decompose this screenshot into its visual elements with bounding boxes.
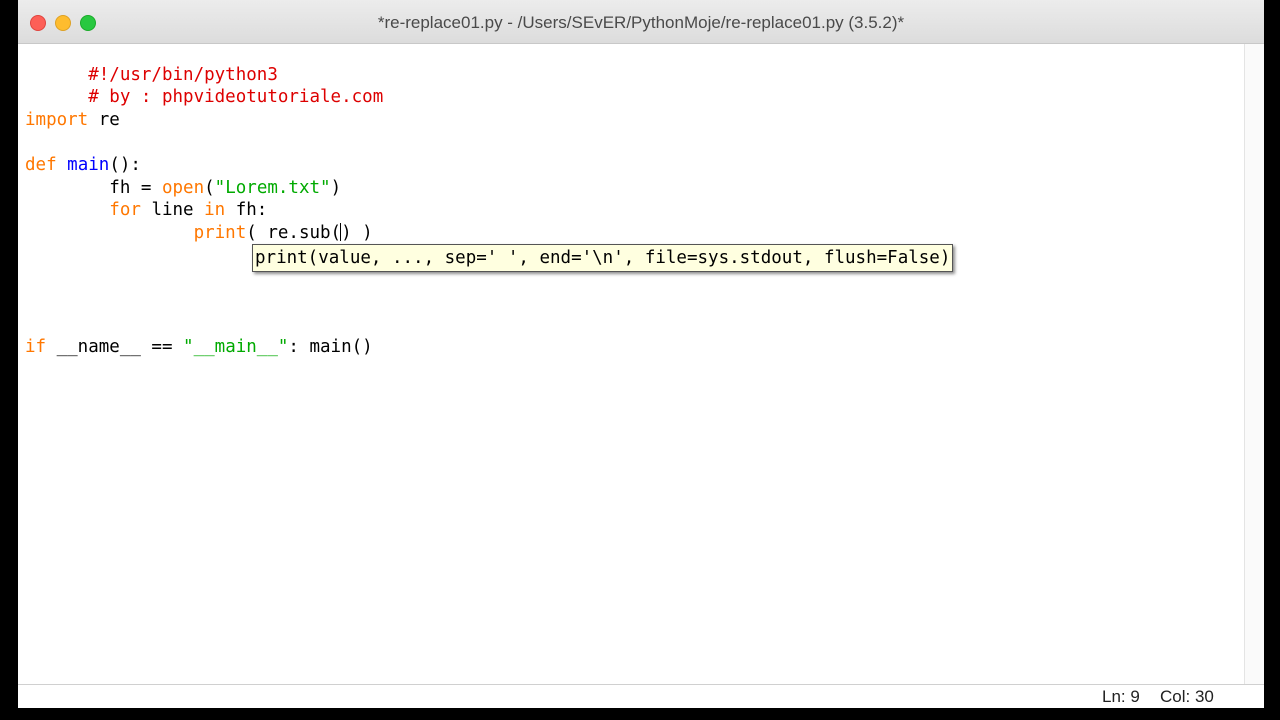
code-line-2: # by : phpvideotutoriale.com <box>25 64 383 107</box>
keyword-for: for <box>109 200 141 220</box>
string-literal: "__main__" <box>183 337 289 357</box>
builtin-print: print <box>193 223 247 243</box>
code-line-12: if __name__ == "__main__": main() <box>25 336 373 358</box>
title-bar[interactable]: *re-replace01.py - /Users/SEvER/PythonMo… <box>18 0 1264 44</box>
code-text: (): <box>109 155 141 175</box>
code-line-8: for line in fh: <box>25 199 267 221</box>
status-bar: Ln: 9 Col: 30 <box>18 684 1264 708</box>
calltip-tooltip: print(value, ..., sep=' ', end='\n', fil… <box>252 244 954 272</box>
code-text: fh = <box>25 178 162 198</box>
keyword-in: in <box>204 200 226 220</box>
author-comment: # by : phpvideotutoriale.com <box>88 87 384 107</box>
code-text: line <box>140 200 205 220</box>
column-number-indicator: Col: 30 <box>1160 687 1214 706</box>
keyword-if: if <box>25 337 47 357</box>
code-text: re <box>88 110 120 130</box>
code-line-7: fh = open("Lorem.txt") <box>25 177 341 199</box>
keyword-def: def <box>25 155 57 175</box>
code-line-6: def main(): <box>25 154 141 176</box>
code-text: : main() <box>288 337 373 357</box>
keyword-import: import <box>25 110 89 130</box>
code-line-1: #!/usr/bin/python3 <box>25 44 278 85</box>
builtin-open: open <box>161 178 205 198</box>
code-text: ) ) <box>341 223 373 243</box>
line-number-indicator: Ln: 9 <box>1102 687 1140 706</box>
code-text: ( <box>204 178 215 198</box>
code-line-4: import re <box>25 109 120 131</box>
code-text: ( re.sub( <box>246 223 342 243</box>
string-literal: "Lorem.txt" <box>214 178 331 198</box>
code-text: fh: <box>225 200 268 220</box>
vertical-scrollbar[interactable] <box>1244 44 1264 684</box>
code-text: __name__ == <box>46 337 184 357</box>
code-editor[interactable]: #!/usr/bin/python3 # by : phpvideotutori… <box>18 44 1244 684</box>
code-line-9: print( re.sub() ) <box>25 222 373 244</box>
idle-editor-window: *re-replace01.py - /Users/SEvER/PythonMo… <box>18 0 1264 708</box>
window-title: *re-replace01.py - /Users/SEvER/PythonMo… <box>377 13 905 32</box>
function-name: main <box>67 155 110 175</box>
code-text: ) <box>330 178 342 198</box>
